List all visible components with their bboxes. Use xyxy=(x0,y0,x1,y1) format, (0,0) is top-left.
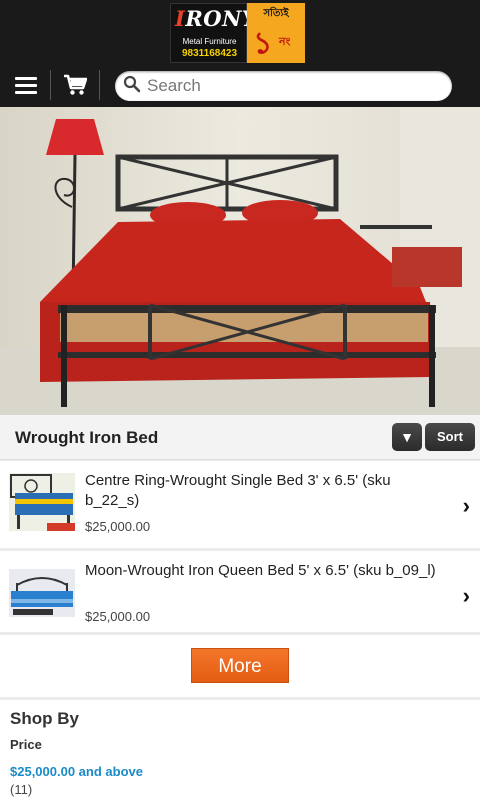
product-thumbnail xyxy=(9,473,75,531)
search-bar[interactable] xyxy=(115,71,452,101)
nav-bar xyxy=(0,66,480,106)
menu-icon[interactable] xyxy=(6,66,46,104)
product-price: $25,000.00 xyxy=(85,519,151,534)
search-input[interactable] xyxy=(147,76,437,96)
product-price: $25,000.00 xyxy=(85,609,151,624)
logo-subtitle: Metal Furniture xyxy=(182,37,237,46)
shop-by-panel: Shop By Price $25,000.00 and above (11) xyxy=(0,700,480,802)
nav-divider xyxy=(50,70,51,100)
filter-label-price: Price xyxy=(10,737,42,752)
product-name: Centre Ring-Wrought Single Bed 3' x 6.5'… xyxy=(85,472,391,509)
cart-icon[interactable] xyxy=(56,66,94,104)
price-filter-count: (11) xyxy=(10,782,33,797)
sort-direction-button[interactable]: ▼ xyxy=(392,423,422,451)
logo-tagline-number: ১ xyxy=(253,27,273,60)
logo-brand-text: IRONY xyxy=(175,6,258,31)
chevron-right-icon: › xyxy=(462,493,470,518)
logo-phone: 9831168423 xyxy=(181,48,238,59)
shop-by-title: Shop By xyxy=(10,709,79,728)
search-icon xyxy=(123,75,141,98)
logo-brand-block: IRONY Metal Furniture 9831168423 xyxy=(170,3,257,63)
product-name: Moon-Wrought Iron Queen Bed 5' x 6.5' (s… xyxy=(85,562,436,579)
category-header: Wrought Iron Bed ▼ Sort xyxy=(0,415,480,460)
app-header: IRONY Metal Furniture 9831168423 সত্যিই … xyxy=(0,0,480,107)
product-thumbnail xyxy=(9,569,75,617)
load-more-section: More xyxy=(0,635,480,697)
chevron-right-icon: › xyxy=(462,583,470,608)
price-filter-option[interactable]: $25,000.00 and above xyxy=(10,764,143,779)
sort-button[interactable]: Sort xyxy=(425,423,475,451)
product-list-item[interactable]: Moon-Wrought Iron Queen Bed 5' x 6.5' (s… xyxy=(0,551,480,632)
logo-tagline-block: সত্যিই ১ নং xyxy=(247,3,305,63)
category-banner-image xyxy=(0,107,480,415)
product-list-item[interactable]: Centre Ring-Wrought Single Bed 3' x 6.5'… xyxy=(0,461,480,548)
page-title: Wrought Iron Bed xyxy=(15,428,159,447)
store-logo[interactable]: IRONY Metal Furniture 9831168423 সত্যিই … xyxy=(170,3,305,63)
nav-divider xyxy=(99,70,100,100)
more-button[interactable]: More xyxy=(191,648,289,683)
logo-tagline-suffix: নং xyxy=(279,36,291,48)
